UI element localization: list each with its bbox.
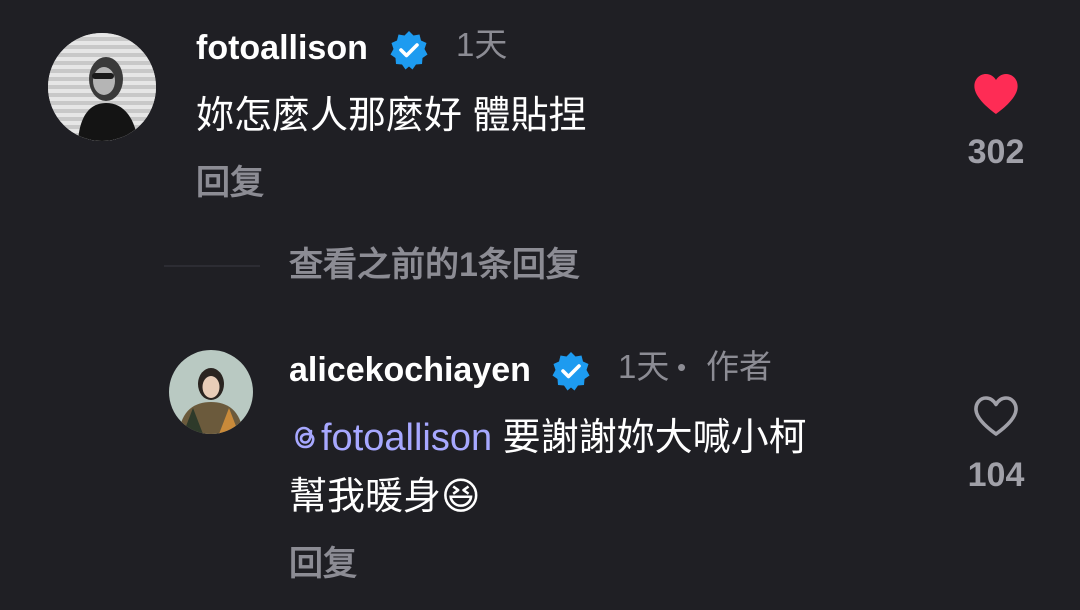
comment-thread: fotoallison 1天 妳怎麼人那麼好 體貼捏 回复 302 查看之前的1…	[0, 0, 1080, 610]
author-badge: 作者	[706, 348, 772, 385]
reply-text: 要謝謝妳大喊小柯	[492, 417, 807, 459]
verified-badge-icon	[388, 29, 430, 76]
reply-button[interactable]: 回复	[289, 544, 357, 584]
reply-button[interactable]: 回复	[196, 163, 264, 203]
heart-outline-icon[interactable]	[972, 394, 1020, 443]
heart-filled-icon[interactable]	[972, 72, 1020, 121]
avatar-alicekochiayen[interactable]	[169, 350, 253, 434]
like-count: 302	[967, 133, 1025, 171]
reply-text-line2: 幫我暖身😆	[289, 476, 481, 518]
reply-time: 1天	[618, 348, 670, 385]
meta-separator: •	[677, 352, 687, 382]
comment-text: 妳怎麼人那麼好 體貼捏	[196, 95, 587, 137]
verified-badge-icon	[550, 350, 592, 397]
mention-link[interactable]: fotoallison	[321, 417, 492, 459]
view-previous-replies-button[interactable]: 查看之前的1条回复	[289, 245, 580, 285]
divider-line	[164, 265, 260, 267]
comment-time: 1天	[456, 26, 508, 63]
reply-username[interactable]: alicekochiayen	[289, 350, 531, 390]
comment-username[interactable]: fotoallison	[196, 28, 368, 68]
reply-text-line1: fotoallison 要謝謝妳大喊小柯	[289, 410, 807, 466]
like-count: 104	[967, 456, 1025, 494]
threads-mention-icon	[289, 417, 321, 459]
avatar-fotoallison[interactable]	[48, 33, 156, 141]
